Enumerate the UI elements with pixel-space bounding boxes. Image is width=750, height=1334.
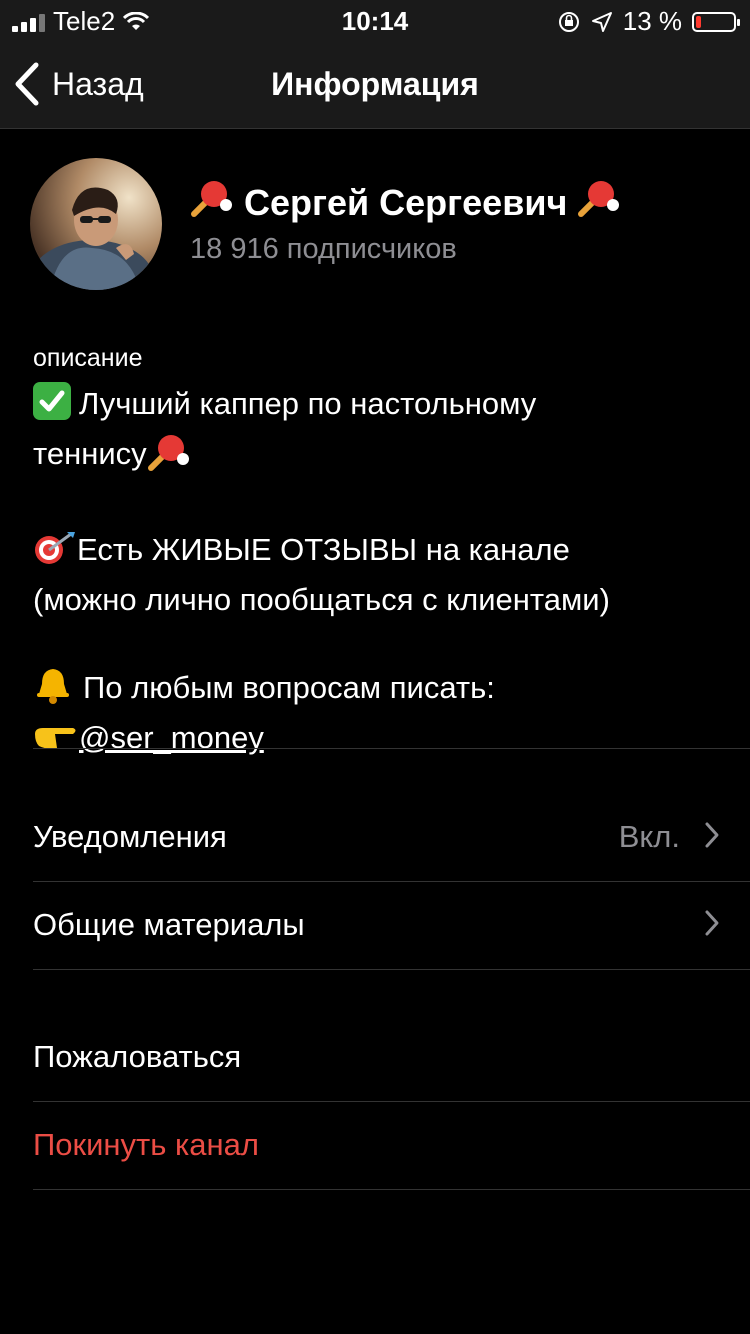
battery-percent: 13 % (622, 6, 682, 36)
divider (33, 748, 750, 749)
description-line: Лучший каппер по настольному (33, 382, 723, 432)
ping-pong-icon (190, 178, 234, 227)
status-right: 13 % (557, 6, 740, 37)
ping-pong-icon (147, 432, 191, 484)
divider (33, 969, 750, 970)
check-mark-icon (33, 382, 71, 432)
status-bar: Tele2 10:14 13 % (0, 0, 750, 40)
rotation-lock-icon (558, 11, 579, 32)
report-button[interactable]: Пожаловаться (33, 1013, 750, 1101)
shared-media-label: Общие материалы (33, 907, 305, 942)
nav-bar: Назад Информация (0, 40, 750, 129)
description-line: теннису (33, 432, 723, 484)
chevron-right-icon (705, 910, 719, 936)
subscriber-count: 18 916 подписчиков (190, 233, 457, 265)
page-title: Информация (271, 66, 479, 102)
chevron-right-icon (705, 822, 719, 848)
mention-link[interactable]: @ser_money (79, 720, 264, 755)
notifications-row[interactable]: Уведомления Вкл. (33, 793, 750, 881)
channel-name: Сергей Сергеевич (190, 178, 621, 227)
description-line: Есть ЖИВЫЕ ОТЗЫВЫ на канале (33, 528, 723, 578)
description: Лучший каппер по настольному теннису Ест… (33, 382, 723, 764)
target-icon (33, 530, 77, 578)
leave-channel-button[interactable]: Покинуть канал (33, 1101, 750, 1189)
pointing-hand-icon (33, 720, 79, 764)
channel-name-text: Сергей Сергеевич (244, 181, 568, 223)
notifications-value: Вкл. (618, 819, 680, 854)
leave-channel-label: Покинуть канал (33, 1127, 259, 1162)
description-line: (можно лично пообщаться с клиентами) (33, 582, 610, 617)
battery-icon (692, 11, 740, 32)
description-line: По любым вопросам писать: (33, 666, 723, 716)
notifications-label: Уведомления (33, 819, 227, 854)
location-arrow-icon (591, 11, 612, 32)
shared-media-row[interactable]: Общие материалы (33, 881, 750, 969)
bell-icon (33, 666, 73, 716)
ping-pong-icon (577, 178, 621, 227)
description-label: описание (33, 344, 143, 372)
battery-level (696, 15, 701, 28)
divider (33, 1189, 750, 1190)
report-label: Пожаловаться (33, 1039, 242, 1074)
avatar[interactable] (30, 158, 162, 290)
description-line: @ser_money (33, 716, 723, 764)
